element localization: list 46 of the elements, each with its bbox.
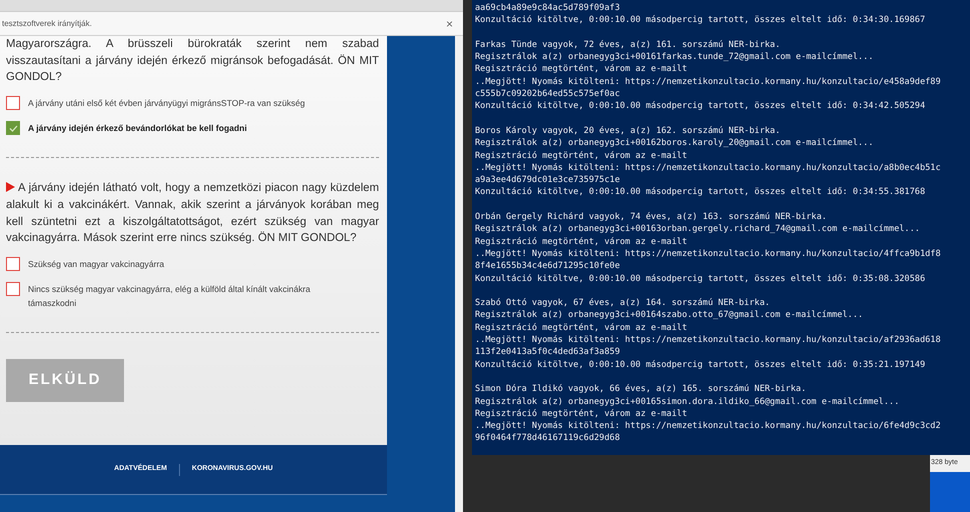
console-line: Farkas Tünde vagyok, 72 éves, a(z) 161. sorszámú NER-birka. (475, 38, 780, 52)
console-line: 96f0464f778d46167119c6d29d68 (475, 432, 620, 445)
close-button[interactable]: × (446, 14, 453, 32)
console-line: ..Megjött! Nyomás kitölteni: https://nemzetikonzultacio.kormany.hu/konzultacio/e458a9def89 (475, 76, 941, 88)
console-line: ..Megjött! Nyomás kitölteni: https://nemzetikonzultacio.kormany.hu/konzultacio/4ffca9b1df8 (475, 248, 941, 260)
console-line: aa69cb4a89e9c84ac5d789f09af3 (475, 2, 620, 14)
option-label: A járvány utáni első két évben járványügyi migránsSTOP-ra van szükség (28, 97, 305, 110)
console-line: Regisztráció megtörtént, várom az e-mailt (475, 63, 688, 76)
console-line: ..Megjött! Nyomás kitölteni: https://nemzetikonzultacio.kormany.hu/konzultacio/a8b0ec4b51c (475, 162, 941, 174)
console-line: c555b7c09202b64ed55c575ef0ac (475, 88, 620, 100)
checkbox[interactable] (6, 256, 20, 271)
console-line: Szabó Ottó vagyok, 67 éves, a(z) 164. sorszámú NER-birka. (475, 297, 770, 310)
console-line: 8f4e1655b34c4e6d71295c10fe0e (475, 260, 620, 273)
console-line: Regisztrálok a(z) orbanegyg3ci+00163orban.gergely.richard_74@gmail.com e-mailcímmel... (475, 223, 920, 236)
console-line: a9a3ee4d679dc01e3ce735975c1e (475, 174, 620, 186)
console-line: ..Megjött! Nyomás kitölteni: https://nemzetikonzultacio.kormany.hu/konzultacio/6fe4d9c3cd2 (475, 420, 941, 432)
console-line: 113f2e0413a5f0c4ded63af3a859 (475, 346, 620, 359)
console-line: Konzultáció kitöltve, 0:00:10.00 másodpercig tartott, összes eltelt idő: 0:35:08.320586 (475, 272, 926, 285)
checkbox[interactable] (6, 121, 20, 136)
question-text: A járvány idején látható volt, hogy a nemzetközi piacon nagy küzdelem alakult ki a vakcinákért. Vannak, akik szerint a járványok korában meg kell szüntetni ezt a kiszolgáltatottságot, ezért szükség van magyar vakcinagyárra. Mások szerint erre nincs szükség. ÖN MIT GONDOL? (6, 181, 379, 246)
marker-icon (6, 182, 15, 192)
option-label: Szükség van magyar vakcinagyárra (28, 258, 164, 271)
check-icon (8, 124, 18, 132)
console-line: Regisztrálok a(z) orbanegyg3ci+00164szabo.otto_67@gmail.com e-mailcímmel... (475, 309, 864, 322)
console-line: Konzultáció kitöltve, 0:00:10.00 másodpercig tartott, összes eltelt idő: 0:34:55.381768 (475, 186, 926, 199)
console-line: Regisztráció megtörtént, várom az e-mailt (475, 322, 688, 334)
console-line: Konzultáció kitöltve, 0:00:10.00 másodpercig tartott, összes eltelt idő: 0:34:30.169867 (475, 14, 926, 27)
question-text: Magyarországra. A brüsszeli bürokraták szerint nem szabad visszautasítani a járvány idején érkező migránsok befogadását. ÖN MIT GONDOL? (6, 37, 379, 86)
console-line: Regisztrálok a(z) orbanegyg3ci+00165simon.dora.ildiko_66@gmail.com e-mailcímmel... (475, 396, 900, 408)
scrollbar[interactable] (455, 36, 463, 512)
console-line: Konzultáció kitöltve, 0:00:10.00 másodpercig tartott, összes eltelt idő: 0:35:21.197149 (475, 358, 926, 371)
checkbox[interactable] (6, 282, 20, 296)
option-label: Nincs szükség magyar vakcinagyárra, elég a külföld által kínált vakcinákra támaszkodni (28, 282, 312, 310)
console-line: Orbán Gergely Richárd vagyok, 74 éves, a(z) 163. sorszámú NER-birka. (475, 211, 827, 224)
console-line: Regisztráció megtörtént, várom az e-mailt (475, 408, 688, 420)
console-line: Regisztrálok a(z) orbanegyg3ci+00161farkas.tunde_72@gmail.com e-mailcímmel... (475, 51, 874, 64)
info-bar-text: tesztszoftverek irányítják. (2, 18, 92, 30)
checkbox[interactable] (6, 96, 20, 110)
console-line: Simon Dóra Ildikó vagyok, 66 éves, a(z) 165. sorszámú NER-birka. (475, 383, 806, 396)
console-line: Boros Károly vagyok, 20 éves, a(z) 162. sorszámú NER-birka. (475, 124, 780, 138)
console-line: Regisztráció megtörtént, várom az e-mailt (475, 236, 688, 248)
option-label: A járvány idején érkező bevándorlókat be kell fogadni (28, 122, 247, 136)
console-line: Konzultáció kitöltve, 0:00:10.00 másodpercig tartott, összes eltelt idő: 0:34:42.505294 (475, 100, 926, 113)
console-line: Regisztráció megtörtént, várom az e-mailt (475, 150, 688, 162)
console-line: Regisztrálok a(z) orbanegyg3ci+00162boros.karoly_20@gmail.com e-mailcímmel... (475, 137, 874, 150)
console-line: ..Megjött! Nyomás kitölteni: https://nemzetikonzultacio.kormany.hu/konzultacio/af2936ad618 (475, 334, 941, 346)
